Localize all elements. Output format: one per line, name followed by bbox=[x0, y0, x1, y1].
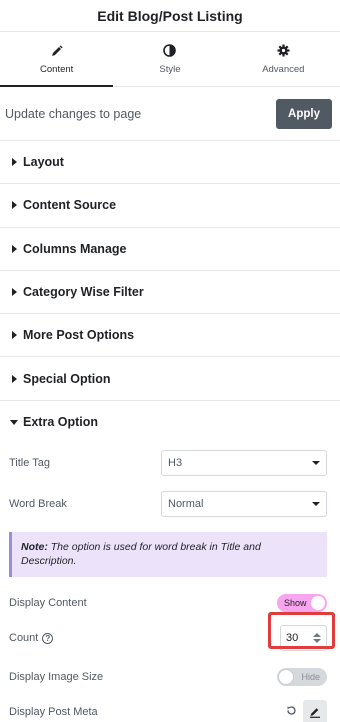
section-label: Layout bbox=[23, 155, 64, 170]
display-image-size-control: Display Image Size Hide bbox=[0, 653, 340, 701]
count-value: 30 bbox=[286, 632, 299, 645]
count-input[interactable]: 30 bbox=[280, 625, 327, 652]
toggle-knob bbox=[279, 670, 293, 685]
display-post-meta-label: Display Post Meta bbox=[9, 706, 98, 719]
post-meta-actions bbox=[286, 700, 327, 722]
section-label: More Post Options bbox=[23, 328, 135, 343]
caret-right-icon bbox=[12, 331, 22, 340]
update-changes-text: Update changes to page bbox=[5, 106, 142, 121]
section-label: Content Source bbox=[23, 198, 117, 213]
note-text: The option is used for word break in Tit… bbox=[21, 540, 261, 568]
section-label: Extra Option bbox=[23, 415, 99, 430]
section-category-wise-filter[interactable]: Category Wise Filter bbox=[0, 271, 340, 315]
reset-icon[interactable] bbox=[286, 703, 297, 721]
gear-icon bbox=[276, 44, 290, 58]
caret-right-icon bbox=[12, 244, 22, 253]
title-tag-select[interactable]: H3 bbox=[161, 449, 327, 476]
section-special-option[interactable]: Special Option bbox=[0, 357, 340, 401]
panel-title: Edit Blog/Post Listing bbox=[97, 7, 243, 24]
pencil-icon bbox=[50, 44, 64, 58]
word-break-label: Word Break bbox=[9, 497, 67, 510]
tab-content-label: Content bbox=[40, 63, 74, 75]
apply-row: Update changes to page Apply bbox=[0, 87, 340, 141]
apply-button[interactable]: Apply bbox=[276, 98, 332, 129]
display-image-size-toggle[interactable]: Hide bbox=[277, 668, 327, 687]
section-extra-option[interactable]: Extra Option bbox=[0, 401, 340, 444]
help-icon[interactable]: ? bbox=[42, 632, 54, 644]
display-image-size-label: Display Image Size bbox=[9, 671, 104, 684]
tab-content[interactable]: Content bbox=[0, 32, 114, 87]
toggle-state-text: Hide bbox=[301, 672, 320, 683]
note-prefix: Note: bbox=[21, 540, 48, 553]
display-content-control: Display Content Show bbox=[0, 579, 340, 627]
word-break-control: Word Break Normal bbox=[0, 482, 340, 526]
tab-style-label: Style bbox=[159, 63, 181, 75]
half-circle-icon bbox=[163, 44, 177, 58]
display-post-meta-control: Display Post Meta bbox=[0, 700, 340, 722]
section-layout[interactable]: Layout bbox=[0, 141, 340, 185]
caret-right-icon bbox=[12, 374, 22, 383]
tab-style[interactable]: Style bbox=[113, 32, 226, 86]
word-break-value: Normal bbox=[168, 497, 204, 510]
count-label: Count bbox=[9, 632, 39, 645]
section-label: Columns Manage bbox=[23, 241, 127, 256]
display-content-toggle[interactable]: Show bbox=[277, 594, 327, 613]
tab-advanced-label: Advanced bbox=[262, 63, 305, 75]
caret-right-icon bbox=[12, 201, 22, 210]
tab-bar: Content Style Advanced bbox=[0, 32, 340, 87]
word-break-note: Note: The option is used for word break … bbox=[9, 531, 327, 578]
section-label: Category Wise Filter bbox=[23, 285, 144, 300]
tab-advanced[interactable]: Advanced bbox=[227, 32, 340, 86]
count-control: Count ? 30 bbox=[0, 625, 340, 652]
word-break-select[interactable]: Normal bbox=[161, 490, 327, 517]
toggle-state-text: Show bbox=[284, 598, 307, 609]
chevron-down-icon bbox=[312, 501, 320, 506]
section-label: Special Option bbox=[23, 371, 111, 386]
section-columns-manage[interactable]: Columns Manage bbox=[0, 228, 340, 271]
panel-header: Edit Blog/Post Listing bbox=[0, 0, 340, 32]
chevron-down-icon bbox=[312, 460, 320, 465]
section-content-source[interactable]: Content Source bbox=[0, 184, 340, 228]
caret-down-icon bbox=[10, 419, 22, 425]
toggle-knob bbox=[311, 596, 325, 611]
title-tag-label: Title Tag bbox=[9, 456, 50, 469]
display-content-label: Display Content bbox=[9, 597, 87, 610]
caret-right-icon bbox=[12, 158, 22, 167]
title-tag-control: Title Tag H3 bbox=[0, 444, 340, 482]
edit-post-meta-button[interactable] bbox=[303, 700, 327, 722]
spinner-arrows-icon[interactable] bbox=[313, 633, 321, 644]
pencil-icon bbox=[310, 708, 320, 719]
section-more-post-options[interactable]: More Post Options bbox=[0, 314, 340, 358]
caret-right-icon bbox=[12, 288, 22, 297]
title-tag-value: H3 bbox=[168, 456, 183, 469]
count-label-wrap: Count ? bbox=[9, 632, 54, 645]
